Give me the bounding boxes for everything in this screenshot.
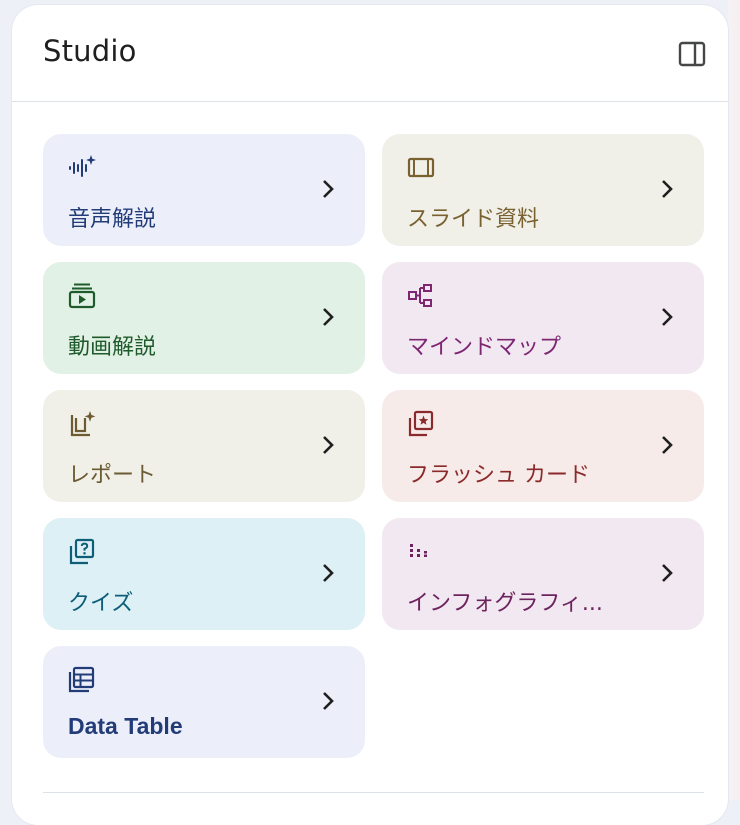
chevron-right-icon bbox=[323, 692, 334, 710]
tile-label: クイズ bbox=[68, 591, 134, 616]
tile-video-overview[interactable]: 動画解説 bbox=[43, 262, 365, 374]
report-icon bbox=[70, 411, 96, 437]
flashcard-icon bbox=[408, 410, 434, 437]
tile-flashcards[interactable]: フラッシュ カード bbox=[382, 390, 704, 502]
panel-title: Studio bbox=[43, 34, 137, 68]
tile-label: マインドマップ bbox=[407, 335, 562, 360]
tile-audio-overview[interactable]: 音声解説 bbox=[43, 134, 365, 246]
tile-label: 音声解説 bbox=[68, 207, 157, 232]
tile-data-table[interactable]: Data Table bbox=[43, 646, 365, 758]
tile-label: フラッシュ カード bbox=[407, 463, 590, 488]
tile-infographic[interactable]: インフォグラフィ... bbox=[382, 518, 704, 630]
chevron-right-icon bbox=[323, 564, 334, 582]
tile-report[interactable]: レポート bbox=[43, 390, 365, 502]
divider bbox=[43, 792, 704, 793]
side-tint bbox=[728, 0, 740, 800]
tile-label: 動画解説 bbox=[68, 335, 157, 360]
side-panel-icon[interactable] bbox=[678, 40, 706, 68]
chevron-right-icon bbox=[323, 436, 334, 454]
mind-map-icon bbox=[408, 284, 432, 307]
infographic-icon bbox=[410, 544, 427, 557]
chevron-right-icon bbox=[662, 564, 673, 582]
tile-quiz[interactable]: クイズ bbox=[43, 518, 365, 630]
video-icon bbox=[68, 283, 96, 309]
panel-header: Studio bbox=[12, 5, 728, 102]
studio-panel: Studio 音声解説 スライド資料 動画解説 マインドマップ レポート フラッ… bbox=[12, 5, 728, 825]
tile-label: Data Table bbox=[68, 713, 183, 739]
chevron-right-icon bbox=[323, 308, 334, 326]
tile-label: インフォグラフィ... bbox=[407, 591, 603, 616]
quiz-icon bbox=[69, 538, 95, 565]
tile-label: レポート bbox=[68, 463, 157, 488]
audio-sparkle-icon bbox=[69, 155, 96, 177]
tile-mind-map[interactable]: マインドマップ bbox=[382, 262, 704, 374]
tile-slide-deck[interactable]: スライド資料 bbox=[382, 134, 704, 246]
chevron-right-icon bbox=[662, 180, 673, 198]
slides-icon bbox=[407, 157, 435, 178]
chevron-right-icon bbox=[662, 436, 673, 454]
chevron-right-icon bbox=[323, 180, 334, 198]
tile-label: スライド資料 bbox=[407, 207, 540, 232]
table-icon bbox=[68, 666, 95, 693]
chevron-right-icon bbox=[662, 308, 673, 326]
